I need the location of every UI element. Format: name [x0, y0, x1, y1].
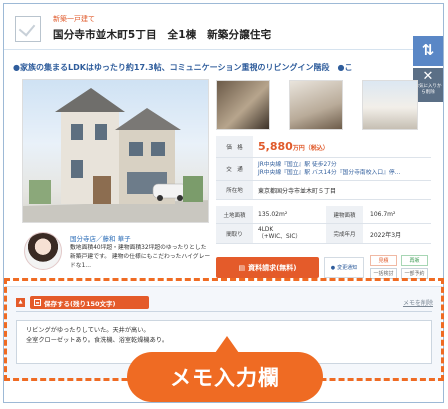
layout-value-wrap: 4LDK （+WIC、SIC） — [258, 227, 301, 241]
layout-row: 間取り 4LDK （+WIC、SIC） 完成年月 2022年3月 — [216, 224, 431, 244]
price-value: 5,880 — [258, 140, 293, 153]
select-checkbox[interactable] — [15, 16, 41, 42]
check-icon — [18, 19, 36, 37]
address-value: 東京都国分寺市並木町５丁目 — [258, 188, 337, 195]
card-header: 新築一戸建て 国分寺市並木町5丁目 全1棟 新築分譲住宅 — [4, 4, 443, 50]
thumbnail-interior-1[interactable] — [216, 80, 270, 130]
callout-pointer — [215, 336, 239, 353]
transport-label: 交 通 — [216, 158, 253, 180]
building-area-label: 建物面積 — [326, 206, 363, 223]
building-area-value: 106.7m² — [370, 211, 396, 218]
tag-resale[interactable]: 再販 — [401, 255, 428, 266]
document-icon: ▤ — [238, 263, 246, 272]
thumbnail-strip — [216, 80, 431, 130]
layout-value: 4LDK — [258, 227, 274, 233]
tag-estimate[interactable]: 見積 — [370, 255, 397, 266]
memo-callout-label: メモ入力欄 — [127, 352, 323, 402]
main-photo[interactable] — [22, 79, 209, 223]
bell-icon: ● — [330, 264, 336, 271]
land-area-label: 土地面積 — [216, 206, 253, 223]
address-label: 所在地 — [216, 181, 253, 199]
catch-copy: ●家族の集まるLDKはゆったり約17.3帖、コミュニケーション重視のリビングイン… — [13, 63, 353, 72]
area-row: 土地面積 135.02m² 建物面積 106.7m² — [216, 206, 431, 224]
price-label: 価 格 — [216, 136, 253, 157]
layout-note: （+WIC、SIC） — [258, 234, 302, 240]
sort-icon: ⇅ — [421, 41, 435, 59]
avatar — [24, 232, 62, 270]
price-value-wrap: 5,880万円（税込） — [258, 140, 329, 153]
change-notify-button[interactable]: ● 変更通知 — [324, 257, 364, 278]
completion-value: 2022年3月 — [370, 232, 402, 239]
transport-line-2: JR中央線『国立』駅 バス14分『国分寺南校入口』停… — [258, 170, 401, 176]
agent-comment-text: 敷地面積40坪超・建物面積32坪超のゆったりとした新築戸建です。 建物の仕様にも… — [70, 245, 211, 269]
land-area-value: 135.02m² — [258, 211, 288, 218]
completion-label: 完成年月 — [326, 224, 363, 243]
transport-row: 交 通 JR中央線『国立』駅 徒歩27分 JR中央線『国立』駅 バス14分『国分… — [216, 158, 431, 181]
address-row: 所在地 東京都国分寺市並木町５丁目 — [216, 181, 431, 200]
change-notify-label: 変更通知 — [337, 265, 358, 271]
transport-value: JR中央線『国立』駅 徒歩27分 JR中央線『国立』駅 バス14分『国分寺南校入… — [258, 161, 401, 177]
transport-line-1: JR中央線『国立』駅 徒歩27分 — [258, 162, 337, 168]
request-documents-button[interactable]: ▤ 資料請求(無料) — [216, 257, 319, 278]
agent-name[interactable]: 国分寺店／藤和 華子 — [70, 233, 131, 243]
property-title[interactable]: 国分寺市並木町5丁目 全1棟 新築分譲住宅 — [53, 27, 271, 42]
property-type-label: 新築一戸建て — [53, 15, 95, 23]
layout-label: 間取り — [216, 224, 253, 243]
price-unit: 万円（税込） — [292, 145, 329, 152]
price-row: 価 格 5,880万円（税込） — [216, 136, 431, 158]
thumbnail-interior-2[interactable] — [289, 80, 343, 130]
house-illustration — [23, 88, 208, 222]
request-documents-label: 資料請求(無料) — [248, 263, 297, 272]
thumbnail-exterior[interactable] — [362, 80, 418, 130]
agent-comment: 国分寺店／藤和 華子 敷地面積40坪超・建物面積32坪超のゆったりとした新築戸建… — [24, 232, 214, 280]
sort-button[interactable]: ⇅ — [413, 36, 443, 66]
